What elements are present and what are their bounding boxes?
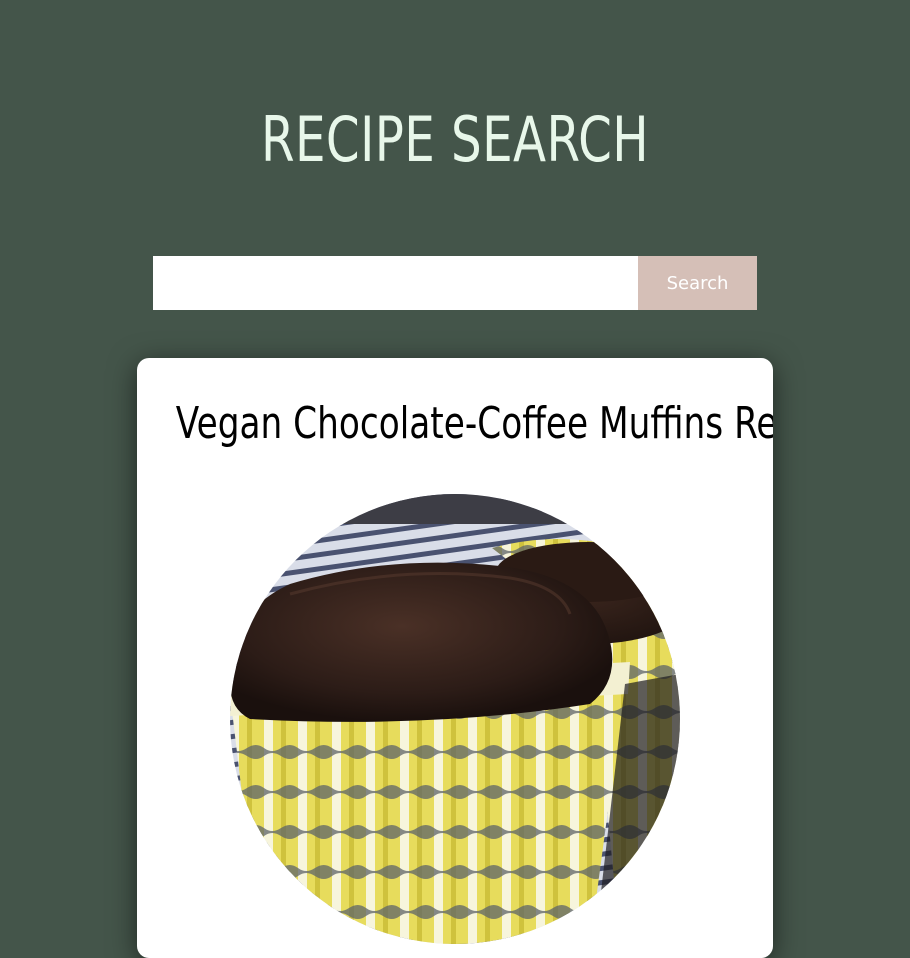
muffin-photo (230, 494, 680, 944)
page-title: RECIPE SEARCH (260, 103, 650, 176)
recipe-image[interactable] (230, 494, 680, 944)
recipe-title[interactable]: Vegan Chocolate-Coffee Muffins Recipe (176, 396, 773, 452)
search-button[interactable]: Search (638, 256, 757, 310)
search-bar: Search (153, 256, 757, 310)
recipe-card[interactable]: Vegan Chocolate-Coffee Muffins Recipe (137, 358, 773, 958)
search-input[interactable] (153, 256, 638, 310)
